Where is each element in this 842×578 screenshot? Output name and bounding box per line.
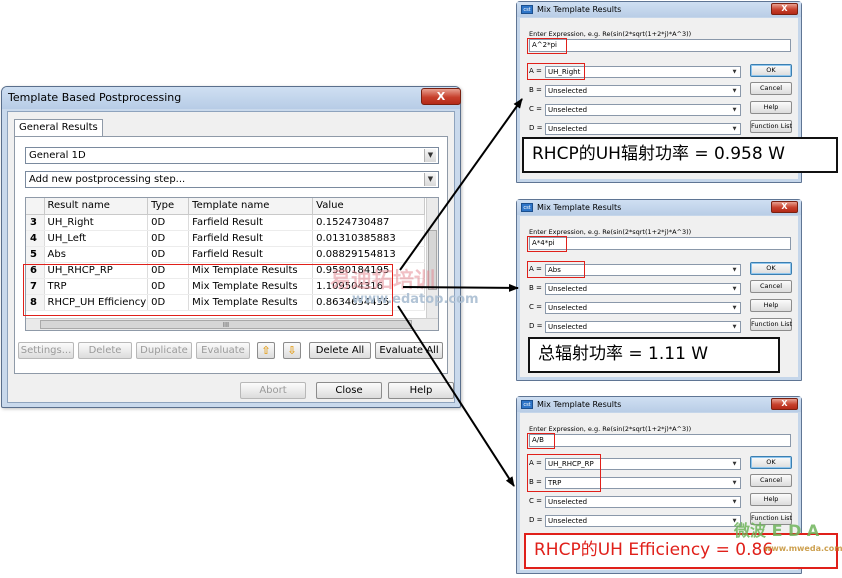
arrow-to-dialog-2 (402, 283, 519, 292)
arrow-to-dialog-1 (399, 98, 523, 271)
connector-arrows (397, 98, 523, 487)
arrow-to-dialog-3 (397, 305, 515, 487)
tab-general-results[interactable]: General Results (14, 119, 103, 136)
